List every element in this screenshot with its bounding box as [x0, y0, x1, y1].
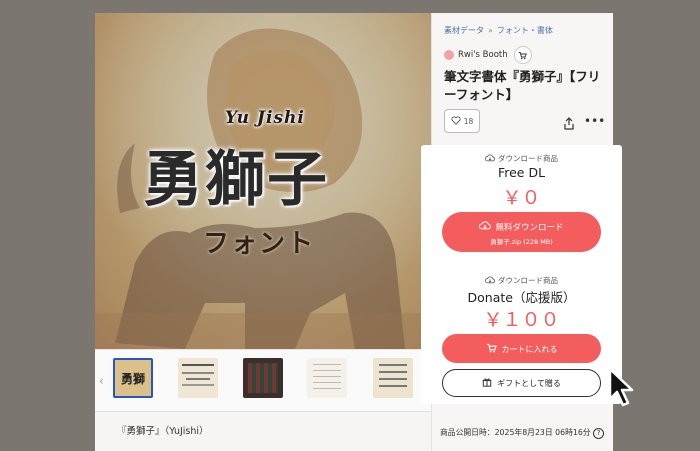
- cart-icon: [486, 343, 497, 355]
- cart-icon[interactable]: [513, 46, 532, 64]
- breadcrumb-separator: »: [488, 26, 493, 35]
- help-icon[interactable]: ?: [593, 427, 605, 439]
- plan-1-name: Free DL: [497, 165, 546, 180]
- cloud-download-icon: [479, 221, 492, 233]
- shop-name[interactable]: Rwi's Booth: [458, 50, 508, 60]
- publish-date-text: 商品公開日時：2025年8月23日 06時16分: [440, 428, 591, 437]
- plan-2-type: ダウンロード商品: [421, 275, 622, 286]
- thumbnail-2[interactable]: [178, 358, 218, 398]
- plan-1-type: ダウンロード商品: [421, 153, 622, 164]
- more-options-icon[interactable]: •••: [584, 114, 605, 128]
- product-title: 筆文字書体『勇獅子』【フリーフォント】: [444, 69, 601, 102]
- product-hero-image[interactable]: Yu Jishi 勇獅子 フォント: [95, 13, 431, 349]
- gift-button[interactable]: ギフトとして贈る: [442, 369, 601, 397]
- thumbnail-5[interactable]: [373, 358, 413, 398]
- hero-subtitle-text: Yu Jishi: [225, 108, 305, 128]
- hero-title-text: 勇獅子: [143, 145, 329, 215]
- thumbnail-4[interactable]: [307, 358, 347, 398]
- add-to-cart-button[interactable]: カートに入れる: [442, 334, 601, 363]
- cloud-download-icon: [484, 276, 495, 286]
- thumbnail-3[interactable]: [243, 358, 283, 398]
- hero-font-label: フォント: [203, 229, 316, 259]
- thumbnail-1[interactable]: 勇獅: [113, 358, 153, 398]
- breadcrumb-category[interactable]: 素材データ: [444, 26, 484, 35]
- plan-2-price: ￥１００: [483, 309, 560, 331]
- plan-2-name: Donate（応援版）: [467, 290, 576, 305]
- free-download-button[interactable]: 無料ダウンロード 勇獅子.zip (228 MB): [442, 212, 601, 252]
- purchase-panel: ダウンロード商品 Free DL ￥０ 無料ダウンロード 勇獅子.zip (22…: [421, 145, 622, 404]
- like-count: 18: [463, 116, 474, 126]
- add-to-cart-label: カートに入れる: [501, 344, 558, 354]
- free-download-label: 無料ダウンロード: [495, 223, 564, 233]
- heart-icon: [451, 115, 461, 127]
- publish-date: 商品公開日時：2025年8月23日 06時16分 ?: [440, 427, 605, 439]
- plan-1-type-text: ダウンロード商品: [498, 154, 558, 163]
- shop-avatar: [444, 50, 454, 60]
- thumbnail-strip: ‹ 勇獅: [95, 349, 431, 412]
- description-header: 『勇獅子』（YuJishi）: [95, 411, 431, 451]
- mouse-cursor-icon: [607, 367, 637, 413]
- like-button[interactable]: 18: [444, 109, 480, 133]
- shop-link[interactable]: Rwi's Booth: [444, 45, 532, 65]
- plan-2-type-text: ダウンロード商品: [498, 276, 558, 285]
- breadcrumb: 素材データ » フォント・書体: [444, 25, 553, 36]
- share-icon[interactable]: [563, 115, 575, 134]
- file-name-size: 勇獅子.zip (228 MB): [490, 238, 553, 246]
- breadcrumb-subcategory[interactable]: フォント・書体: [497, 26, 553, 35]
- gift-icon: [482, 377, 492, 389]
- gift-label: ギフトとして贈る: [497, 378, 561, 388]
- plan-1-price: ￥０: [502, 187, 541, 209]
- cloud-download-icon: [484, 154, 495, 164]
- chevron-left-icon[interactable]: ‹: [99, 374, 104, 388]
- description-title: 『勇獅子』（YuJishi）: [117, 426, 209, 437]
